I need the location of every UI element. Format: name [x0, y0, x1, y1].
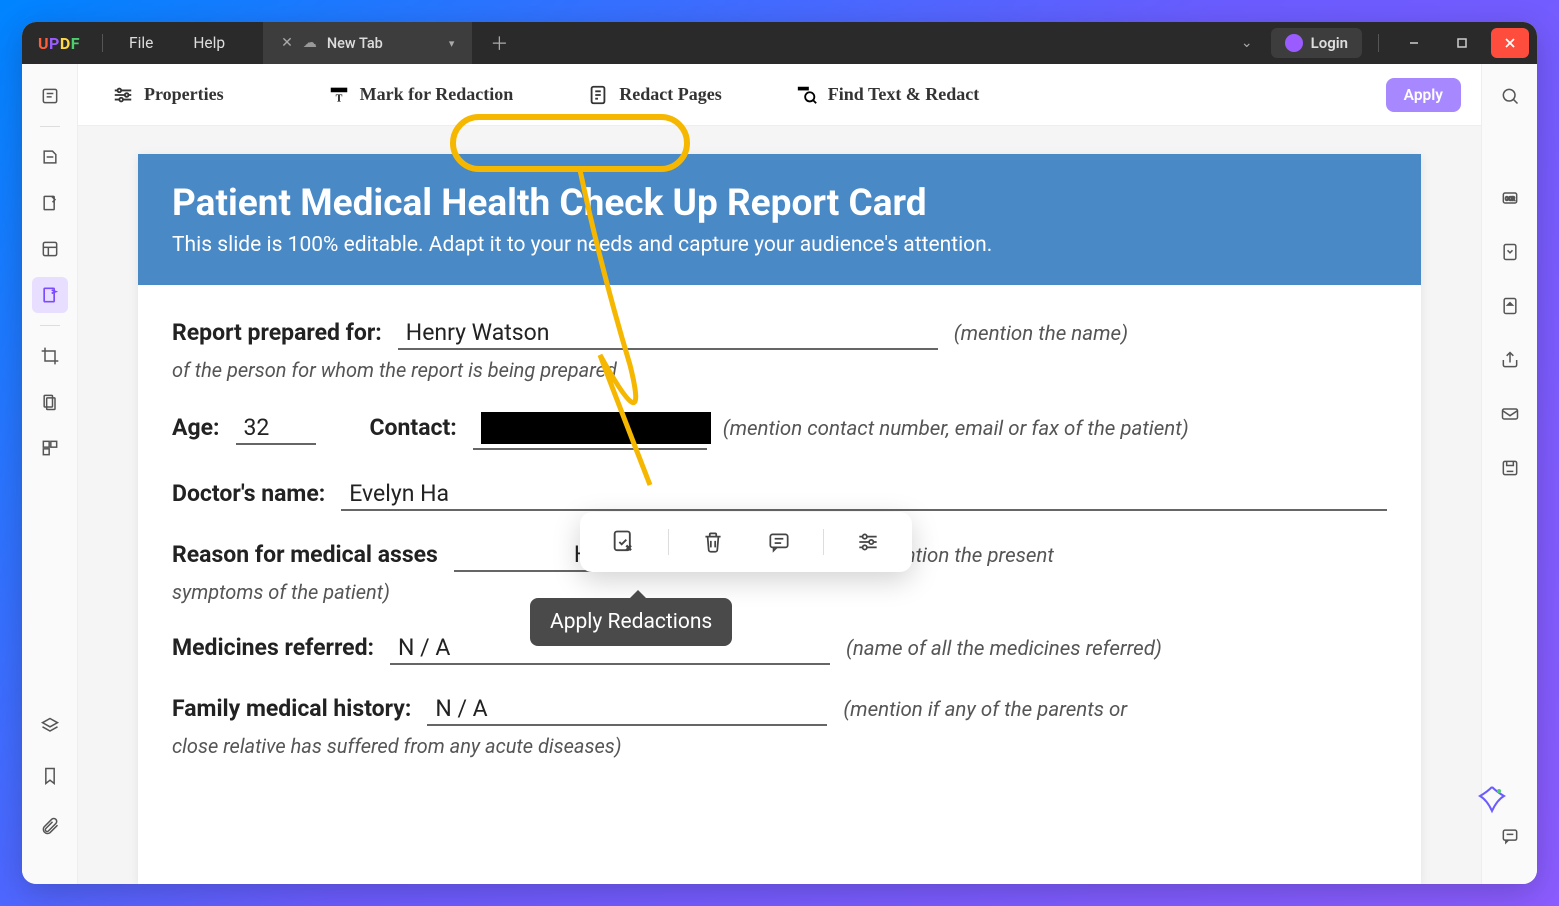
- field-value: 32: [236, 414, 316, 445]
- ai-assistant-icon[interactable]: [1477, 784, 1507, 814]
- settings-icon[interactable]: [846, 526, 890, 558]
- field-hint: (mention the name): [954, 322, 1128, 346]
- doc-title: Patient Medical Health Check Up Report C…: [172, 182, 1387, 225]
- crop-icon[interactable]: [32, 338, 68, 374]
- menu-file[interactable]: File: [109, 34, 173, 52]
- minimize-button[interactable]: [1395, 28, 1433, 58]
- mail-icon[interactable]: [1492, 396, 1528, 432]
- tab-label: New Tab: [327, 35, 383, 52]
- titlebar: UPDF File Help ✕ ☁ New Tab ▾ ＋ ⌄ Login: [22, 22, 1537, 64]
- comment-icon[interactable]: [32, 139, 68, 175]
- field-label: Medicines referred:: [172, 634, 374, 661]
- svg-text:T: T: [335, 93, 342, 104]
- redact-icon[interactable]: [32, 277, 68, 313]
- field-label: Report prepared for:: [172, 319, 382, 346]
- note-icon[interactable]: [757, 526, 801, 558]
- field-label: Doctor's name:: [172, 480, 325, 507]
- chat-icon[interactable]: [1492, 818, 1528, 854]
- menu-help[interactable]: Help: [173, 34, 245, 52]
- share-icon[interactable]: [1492, 342, 1528, 378]
- edit-icon[interactable]: [32, 185, 68, 221]
- field-label: Age:: [172, 414, 220, 441]
- tools-icon[interactable]: [32, 430, 68, 466]
- search-icon[interactable]: [1492, 78, 1528, 114]
- find-text-redact-button[interactable]: Find Text & Redact: [782, 78, 994, 112]
- tooltip: Apply Redactions: [530, 598, 732, 646]
- apply-redaction-icon[interactable]: [602, 526, 646, 558]
- page-icon: [587, 84, 609, 106]
- organize-icon[interactable]: [32, 231, 68, 267]
- field-label: Family medical history:: [172, 695, 411, 722]
- mark-for-redaction-button[interactable]: T Mark for Redaction: [314, 78, 528, 112]
- sidebar-left: [22, 64, 78, 884]
- avatar-icon: [1285, 34, 1303, 52]
- chevron-down-icon[interactable]: ⌄: [1233, 35, 1261, 51]
- doc-viewport[interactable]: Patient Medical Health Check Up Report C…: [78, 126, 1481, 884]
- redacted-box[interactable]: [473, 412, 707, 450]
- doc-subtitle: This slide is 100% editable. Adapt it to…: [172, 233, 1387, 257]
- convert-icon[interactable]: [1492, 288, 1528, 324]
- redaction-popup: [580, 512, 912, 572]
- login-button[interactable]: Login: [1271, 28, 1362, 58]
- attachment-icon[interactable]: [32, 808, 68, 844]
- properties-label: Properties: [144, 84, 224, 105]
- tab-new[interactable]: ✕ ☁ New Tab ▾: [263, 22, 472, 64]
- mark-redaction-icon: T: [328, 84, 350, 106]
- field-hint: (mention contact number, email or fax of…: [723, 417, 1189, 441]
- field-value: N / A: [427, 695, 827, 726]
- add-tab-button[interactable]: ＋: [490, 30, 508, 56]
- sliders-icon: [112, 84, 134, 106]
- close-button[interactable]: [1491, 28, 1529, 58]
- field-hint: (mention if any of the parents or: [843, 698, 1127, 722]
- bookmark-icon[interactable]: [32, 758, 68, 794]
- field-label: Contact:: [370, 414, 457, 441]
- app-logo: UPDF: [22, 34, 96, 53]
- search-redact-icon: [796, 84, 818, 106]
- field-note: symptoms of the patient): [172, 580, 1387, 604]
- form-icon[interactable]: [32, 384, 68, 420]
- login-label: Login: [1311, 34, 1348, 52]
- svg-text:OCR: OCR: [1505, 197, 1515, 203]
- apply-button[interactable]: Apply: [1386, 78, 1461, 112]
- redact-pages-button[interactable]: Redact Pages: [573, 78, 735, 112]
- compress-icon[interactable]: [1492, 234, 1528, 270]
- field-note: close relative has suffered from any acu…: [172, 734, 1387, 758]
- field-hint: (name of all the medicines referred): [846, 637, 1162, 661]
- field-value: Evelyn Ha: [341, 480, 1387, 511]
- save-icon[interactable]: [1492, 450, 1528, 486]
- find-text-redact-label: Find Text & Redact: [828, 84, 980, 105]
- sidebar-right: OCR: [1481, 64, 1537, 884]
- maximize-button[interactable]: [1443, 28, 1481, 58]
- layers-icon[interactable]: [32, 708, 68, 744]
- chevron-down-icon[interactable]: ▾: [449, 37, 455, 50]
- properties-button[interactable]: Properties: [98, 78, 238, 112]
- reader-icon[interactable]: [32, 78, 68, 114]
- cloud-icon: ☁: [303, 35, 317, 51]
- delete-icon[interactable]: [691, 526, 735, 558]
- redact-pages-label: Redact Pages: [619, 84, 721, 105]
- mark-for-redaction-label: Mark for Redaction: [360, 84, 514, 105]
- redact-toolbar: Properties T Mark for Redaction Redact P…: [78, 64, 1481, 126]
- field-value: Henry Watson: [398, 319, 938, 350]
- close-icon[interactable]: ✕: [281, 35, 293, 51]
- field-label: Reason for medical asses: [172, 541, 438, 568]
- field-note: of the person for whom the report is bei…: [172, 358, 1387, 382]
- ocr-icon[interactable]: OCR: [1492, 180, 1528, 216]
